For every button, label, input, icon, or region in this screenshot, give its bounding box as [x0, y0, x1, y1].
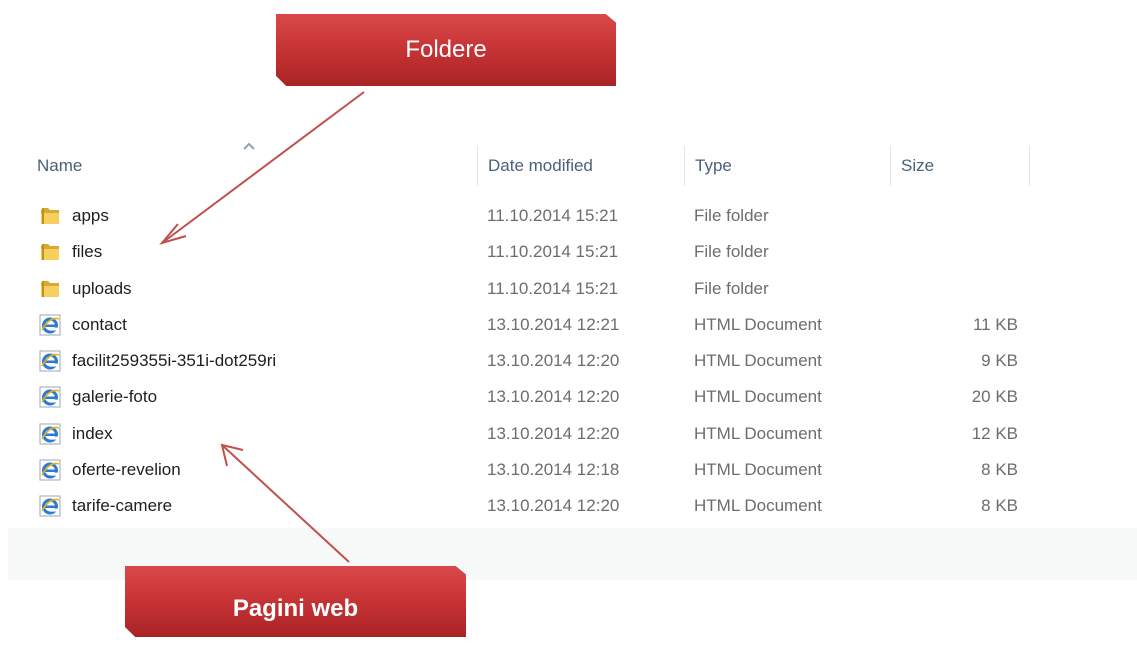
file-date-modified: 11.10.2014 15:21 [487, 279, 619, 298]
annotation-banner-pagini-web: Pagini web [125, 566, 466, 637]
html-document-icon [39, 423, 61, 445]
file-name: contact [72, 315, 127, 334]
column-header-name[interactable]: Name [37, 146, 82, 186]
html-document-icon [39, 350, 61, 372]
file-name: apps [72, 206, 109, 225]
file-type: HTML Document [694, 315, 822, 334]
folder-icon [39, 278, 61, 300]
annotation-banner-foldere: Foldere [276, 14, 616, 86]
file-name: facilit259355i-351i-dot259ri [72, 351, 277, 370]
file-type: HTML Document [694, 351, 822, 370]
html-document-icon [39, 459, 61, 481]
file-type: HTML Document [694, 496, 822, 515]
file-size: 9 KB [981, 351, 1018, 370]
column-separator[interactable] [477, 146, 478, 186]
column-separator[interactable] [684, 146, 685, 186]
column-header-size[interactable]: Size [901, 146, 934, 186]
file-size: 8 KB [981, 460, 1018, 479]
column-header-type[interactable]: Type [695, 146, 732, 186]
html-document-icon [39, 314, 61, 336]
html-document-icon [39, 386, 61, 408]
file-name: galerie-foto [72, 387, 158, 406]
file-name: uploads [72, 279, 132, 298]
file-date-modified: 13.10.2014 12:18 [487, 460, 620, 479]
file-date-modified: 11.10.2014 15:21 [487, 206, 619, 225]
file-date-modified: 13.10.2014 12:20 [487, 351, 620, 370]
file-row[interactable]: galerie-foto 13.10.2014 12:20 HTML Documen… [0, 380, 1137, 416]
sort-ascending-icon [243, 142, 255, 150]
file-size: 12 KB [971, 424, 1018, 443]
html-document-icon [39, 495, 61, 517]
file-type: HTML Document [694, 460, 822, 479]
file-date-modified: 13.10.2014 12:20 [487, 387, 620, 406]
file-type: File folder [694, 279, 769, 298]
file-row[interactable]: index 13.10.2014 12:20 HTML Document 12 KB [0, 417, 1137, 453]
column-header-date-modified[interactable]: Date modified [488, 146, 593, 186]
folder-icon [39, 241, 61, 263]
file-row[interactable]: apps 11.10.2014 15:21 File folder [0, 199, 1137, 235]
file-date-modified: 13.10.2014 12:21 [487, 315, 620, 334]
file-date-modified: 13.10.2014 12:20 [487, 496, 620, 515]
file-name: oferte-revelion [72, 460, 181, 479]
column-separator[interactable] [1029, 146, 1030, 186]
file-size: 11 KB [972, 315, 1018, 334]
file-date-modified: 11.10.2014 15:21 [487, 242, 619, 261]
file-type: File folder [694, 206, 769, 225]
file-type: HTML Document [694, 387, 822, 406]
file-row[interactable]: tarife-camere 13.10.2014 12:20 HTML Docume… [0, 489, 1137, 525]
file-type: File folder [694, 242, 769, 261]
file-row[interactable]: facilit259355i-351i-dot259ri 13.10.2014 1… [0, 344, 1137, 380]
file-size: 8 KB [981, 496, 1018, 515]
file-date-modified: 13.10.2014 12:20 [487, 424, 620, 443]
file-row[interactable]: files 11.10.2014 15:21 File folder [0, 235, 1137, 271]
file-name: index [72, 424, 113, 443]
file-name: files [72, 242, 103, 261]
file-row[interactable]: uploads 11.10.2014 15:21 File folder [0, 272, 1137, 308]
folder-icon [39, 205, 61, 227]
file-row[interactable]: contact 13.10.2014 12:21 HTML Document 11 K… [0, 308, 1137, 344]
file-type: HTML Document [694, 424, 822, 443]
file-row[interactable]: oferte-revelion 13.10.2014 12:18 HTML Docu… [0, 453, 1137, 489]
file-name: tarife-camere [72, 496, 173, 515]
file-size: 20 KB [971, 387, 1018, 406]
column-separator[interactable] [890, 146, 891, 186]
